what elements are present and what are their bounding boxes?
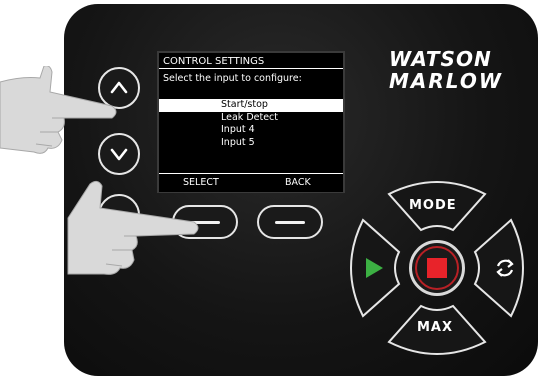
softkey-bar-icon: [275, 221, 305, 224]
menu-item-input-4[interactable]: Input 4: [159, 124, 343, 137]
input-menu: Start/stop Leak Detect Input 4 Input 5: [159, 99, 343, 149]
menu-item-start-stop[interactable]: Start/stop: [159, 99, 343, 112]
max-label: MAX: [417, 320, 454, 335]
softkey-back-button[interactable]: [257, 205, 323, 239]
brand-line-2: MARLOW: [389, 69, 503, 93]
softkey-right-label: BACK: [285, 177, 311, 188]
rotate-icon: [496, 259, 514, 277]
stop-ring: [415, 246, 459, 290]
pump-keypad: MODE MAX: [349, 180, 525, 356]
menu-item-input-5[interactable]: Input 5: [159, 137, 343, 150]
lcd-display: CONTROL SETTINGS Select the input to con…: [157, 51, 345, 193]
pointing-hand-upper: [0, 66, 117, 154]
stop-icon: [427, 258, 447, 278]
screen-title: CONTROL SETTINGS: [163, 56, 265, 67]
brand-line-1: WATSON: [389, 47, 492, 71]
stop-button[interactable]: [409, 240, 465, 296]
play-icon: [366, 258, 383, 278]
pointing-hand-lower: [67, 180, 199, 275]
menu-item-leak-detect[interactable]: Leak Detect: [159, 112, 343, 125]
brand-logo: WATSON MARLOW: [389, 48, 524, 92]
mode-label: MODE: [409, 198, 457, 213]
screen-prompt: Select the input to configure:: [163, 73, 302, 84]
title-divider: [159, 68, 343, 69]
